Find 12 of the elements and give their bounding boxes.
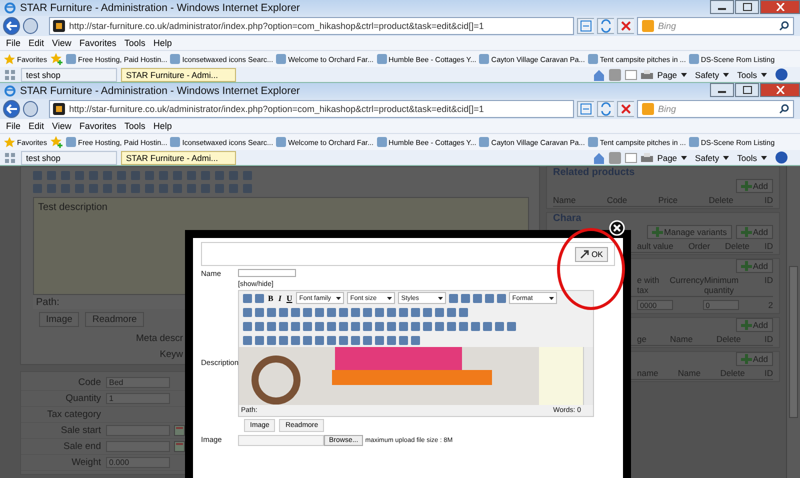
field-label: Sale end xyxy=(62,441,102,452)
window-title: STAR Furniture - Administration - Windows Internet Explorer xyxy=(20,2,300,14)
path-label: Path: xyxy=(36,296,60,308)
field-label: Code xyxy=(77,377,102,388)
field-label: Quantity xyxy=(64,393,102,404)
description-text: Test description xyxy=(38,202,108,213)
field-label: Meta descr xyxy=(136,332,183,344)
window-title: STAR Furniture - Administration - Windows Internet Explorer xyxy=(20,85,300,97)
field-label: Keyw xyxy=(160,348,183,360)
field-label: Sale start xyxy=(60,425,102,436)
field-label: Weight xyxy=(70,457,102,468)
field-label: Tax category xyxy=(46,409,102,420)
